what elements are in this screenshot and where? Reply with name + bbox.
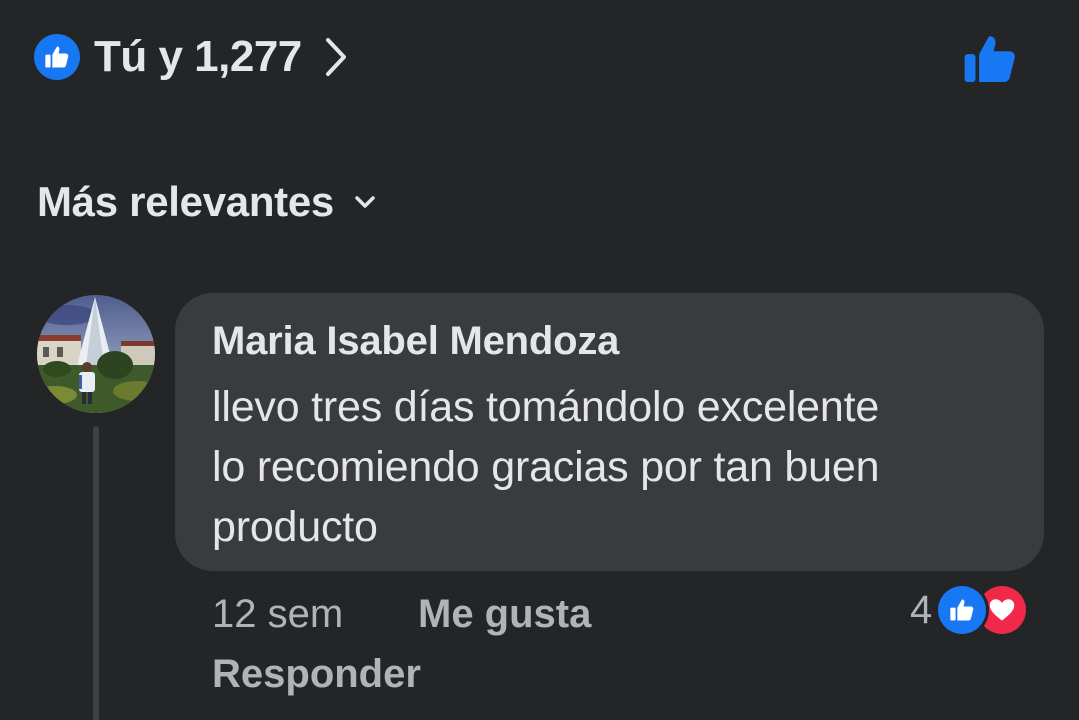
reaction-count: 4 [910,587,933,632]
comment-timestamp[interactable]: 12 sem [212,592,343,637]
comment-bubble: Maria Isabel Mendoza llevo tres días tom… [175,293,1044,571]
reaction-summary-text: Tú y 1,277 [94,32,302,81]
sort-label: Más relevantes [37,178,334,225]
comment-reactions[interactable]: 4 [910,586,1027,634]
comment-text: llevo tres días tomándolo excelente lo r… [212,383,880,551]
chevron-down-icon [354,195,376,209]
comment-author[interactable]: Maria Isabel Mendoza [212,319,619,364]
thumbs-up-icon [964,36,1015,82]
sort-dropdown[interactable]: Más relevantes [37,178,376,226]
like-button[interactable] [958,28,1022,90]
comment-reply-button[interactable]: Responder [212,652,421,697]
comment-like-button[interactable]: Me gusta [418,592,591,637]
comments-screen: Tú y 1,277 Más relevantes Maria Isabel M… [0,0,1079,720]
like-icon [938,586,987,634]
like-icon [34,34,80,80]
chevron-right-icon [324,37,348,77]
thread-line [93,426,99,720]
avatar[interactable] [37,295,155,413]
reaction-summary[interactable]: Tú y 1,277 [34,32,348,82]
